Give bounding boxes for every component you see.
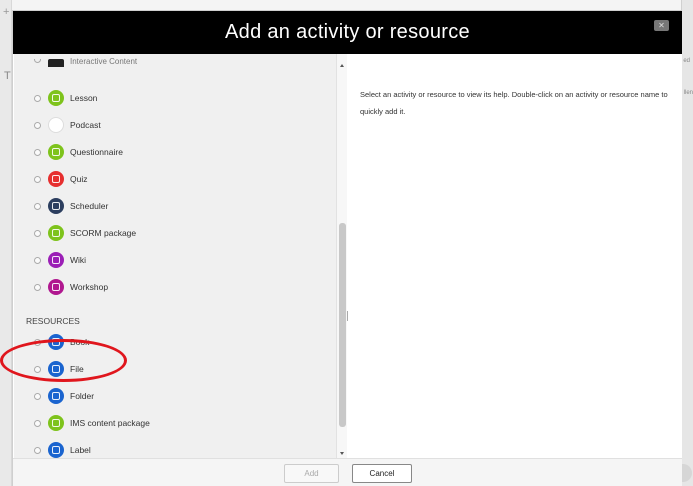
option-label: Questionnaire [70,147,123,157]
option-row-podcast[interactable]: Podcast [14,111,336,138]
scroll-thumb[interactable] [339,223,346,427]
radio-button[interactable] [34,95,41,102]
option-row-file[interactable]: File [14,355,336,382]
option-label: Scheduler [70,201,109,211]
option-label: Quiz [70,174,88,184]
option-row-folder[interactable]: Folder [14,382,336,409]
radio-button[interactable] [34,366,41,373]
book-icon [48,334,64,350]
option-row-questionnaire[interactable]: Questionnaire [14,138,336,165]
questionnaire-icon [48,144,64,160]
option-label: Label [70,445,91,455]
option-row-book[interactable]: Book [14,328,336,355]
radio-button[interactable] [34,339,41,346]
quiz-icon [48,171,64,187]
option-label: Book [70,337,90,347]
ims-package-icon [48,415,64,431]
interactive-content-icon [48,59,64,67]
wiki-icon [48,252,64,268]
radio-button[interactable] [34,393,41,400]
option-label: File [70,364,84,374]
help-text: Select an activity or resource to view i… [360,90,668,116]
option-label: Wiki [70,255,87,265]
dialog-header: Add an activity or resource ✕ [13,11,682,54]
cancel-button[interactable]: Cancel [352,464,412,483]
option-row-partial[interactable]: Interactive Content [14,54,336,68]
option-row-label[interactable]: Label [14,436,336,458]
option-label: Interactive Content [70,57,138,66]
option-label: SCORM package [70,228,137,238]
options-scrollbar[interactable] [336,54,347,458]
radio-button[interactable] [34,59,41,63]
scroll-up-arrow-icon[interactable] [340,64,344,67]
dialog-footer: Add Cancel [13,458,682,486]
option-row-scheduler[interactable]: Scheduler [14,192,336,219]
option-row-wiki[interactable]: Wiki [14,246,336,273]
option-row-workshop[interactable]: Workshop [14,273,336,300]
radio-button[interactable] [34,176,41,183]
radio-button[interactable] [34,203,41,210]
radio-button[interactable] [34,257,41,264]
scroll-down-arrow-icon[interactable] [340,452,344,455]
option-row-lesson[interactable]: Lesson [14,84,336,111]
label-icon [48,442,64,458]
close-icon[interactable]: ✕ [654,20,669,31]
options-list: Interactive Content Lesson Podcast Questio… [14,54,347,458]
option-label: Podcast [70,120,101,130]
scheduler-icon [48,198,64,214]
add-button[interactable]: Add [284,464,339,483]
option-label: Folder [70,391,95,401]
scorm-icon [48,225,64,241]
radio-button[interactable] [34,284,41,291]
dialog-title: Add an activity or resource [225,21,470,43]
background-right-edge [681,0,693,486]
folder-icon [48,388,64,404]
option-row-quiz[interactable]: Quiz [14,165,336,192]
background-right-text: ed [683,58,690,64]
podcast-icon [48,117,64,133]
workshop-icon [48,279,64,295]
background-plus-icon: + [3,6,10,18]
radio-button[interactable] [34,122,41,129]
radio-button[interactable] [34,230,41,237]
background-left-text: T [4,70,11,82]
add-activity-dialog: Add an activity or resource ✕ Interactiv… [12,10,682,486]
option-row-ims-content-package[interactable]: IMS content package [14,409,336,436]
lesson-icon [48,90,64,106]
resources-heading: RESOURCES [26,316,80,326]
radio-button[interactable] [34,420,41,427]
radio-button[interactable] [34,149,41,156]
option-label: Workshop [70,282,109,292]
help-panel: Select an activity or resource to view i… [349,54,682,458]
option-label: Lesson [70,93,98,103]
option-row-scorm-package[interactable]: SCORM package [14,219,336,246]
file-icon [48,361,64,377]
option-label: IMS content package [70,418,150,428]
radio-button[interactable] [34,447,41,454]
background-right-text: llen [683,90,693,96]
